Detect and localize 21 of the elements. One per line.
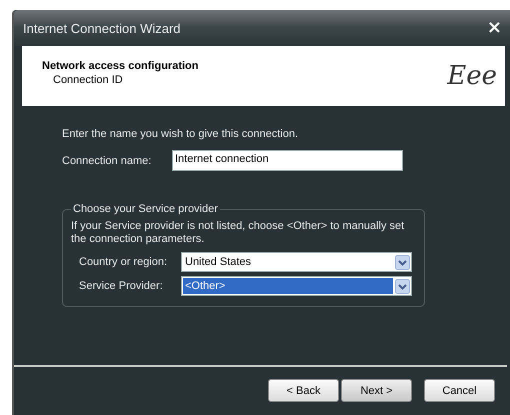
- window-title: Internet Connection Wizard: [23, 20, 181, 36]
- wizard-button[interactable]: Next >: [341, 379, 412, 402]
- instruction-text: Enter the name you wish to give this connection.: [62, 128, 300, 140]
- wizard-button[interactable]: < Back: [268, 379, 339, 402]
- dropdown-value: United States: [184, 255, 252, 270]
- page-subtitle: Connection ID: [52, 74, 124, 86]
- logo: Eee: [447, 61, 497, 91]
- dropdown[interactable]: United States: [181, 252, 412, 272]
- dropdown-label: Service Provider:: [78, 280, 164, 292]
- group-note: If your Service provider is not listed, choose <Other> to manually set the connection parameters.: [71, 220, 406, 246]
- dropdown-label: Country or region:: [78, 256, 168, 268]
- close-button[interactable]: ×: [486, 19, 502, 37]
- dropdown-value: <Other>: [183, 278, 393, 294]
- wizard-button[interactable]: Cancel: [424, 379, 495, 402]
- group-title: Choose your Service provider: [71, 203, 220, 215]
- dropdown[interactable]: <Other>: [181, 276, 412, 296]
- page-title: Network access configuration: [42, 60, 198, 72]
- connection-name-field[interactable]: Internet connection: [172, 150, 403, 171]
- caret-icon: [395, 278, 410, 294]
- caret-icon: [395, 254, 410, 270]
- field-label: Connection name:: [62, 154, 152, 166]
